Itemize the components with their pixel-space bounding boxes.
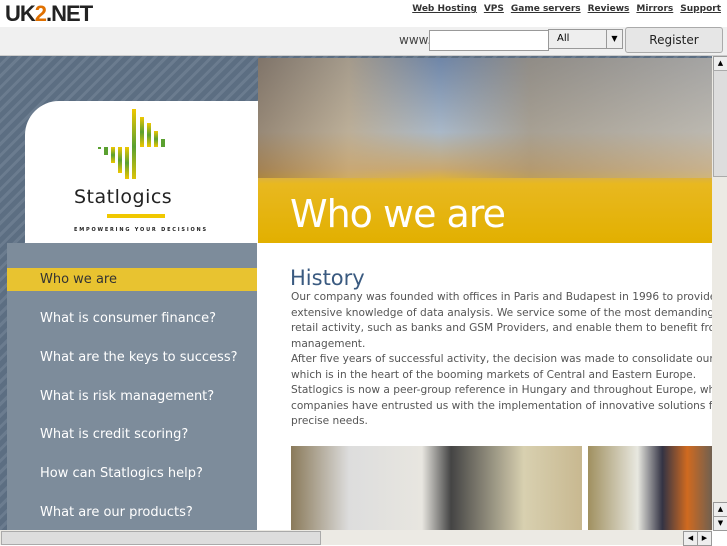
scroll-right-icon[interactable]: ▶ [697, 531, 712, 546]
office-photo [291, 446, 582, 530]
scroll-up-icon[interactable]: ▲ [713, 56, 727, 71]
menu-item-keys-to-success[interactable]: What are the keys to success? [7, 346, 257, 369]
www-label: www. [399, 33, 432, 47]
text-line: After five years of successful activity,… [291, 353, 712, 365]
menu-item-how-can-help[interactable]: How can Statlogics help? [7, 462, 257, 485]
menu-item-products[interactable]: What are our products? [7, 501, 257, 524]
text-line: precise needs. [291, 415, 368, 427]
brand-name: Statlogics [74, 186, 173, 208]
register-domain-button[interactable]: Register Domain [625, 27, 723, 71]
menu-item-risk-management[interactable]: What is risk management? [7, 385, 257, 408]
nav-support[interactable]: Support [680, 4, 721, 14]
menu-item-who-we-are[interactable]: Who we are [7, 268, 257, 291]
scroll-down-icon[interactable]: ▼ [713, 516, 727, 531]
menu-item-credit-scoring[interactable]: What is credit scoring? [7, 423, 257, 446]
text-line: which is in the heart of the booming mar… [291, 368, 697, 381]
nav-mirrors[interactable]: Mirrors [636, 4, 673, 14]
statlogics-logo-icon [98, 109, 165, 179]
text-line: retail activity, such as banks and GSM P… [291, 322, 712, 334]
nav-web-hosting[interactable]: Web Hosting [412, 4, 477, 14]
uk2-logo[interactable]: UK2.NET [5, 1, 93, 27]
menu-item-consumer-finance[interactable]: What is consumer finance? [7, 307, 257, 330]
scroll-left-icon[interactable]: ◀ [683, 531, 698, 546]
nav-reviews[interactable]: Reviews [588, 4, 630, 14]
nav-vps[interactable]: VPS [484, 4, 504, 14]
section-heading: History [290, 266, 365, 290]
nav-game-servers[interactable]: Game servers [511, 4, 581, 14]
chevron-down-icon: ▼ [606, 30, 622, 48]
office-photo [588, 446, 712, 530]
tld-select[interactable]: All ▼ [548, 29, 623, 49]
logo-text: 2 [34, 1, 47, 26]
logo-text: UK [5, 1, 36, 26]
text-line: Statlogics is now a peer-group reference… [291, 384, 712, 396]
top-nav: Web Hosting VPS Game servers Reviews Mirrors… [405, 4, 721, 14]
scroll-up-icon[interactable]: ▲ [713, 502, 727, 517]
tld-selected: All [557, 33, 570, 44]
brand-tagline: EMPOWERING YOUR DECISIONS [74, 227, 208, 233]
logo-text: .NET [46, 1, 93, 26]
text-line: management. [291, 337, 366, 350]
history-text: Our company was founded with offices in … [291, 290, 712, 430]
brand-underline [107, 214, 165, 218]
text-line: extensive knowledge of data analysis. We… [291, 306, 712, 319]
text-line: companies have entrusted us with the imp… [291, 399, 712, 412]
horizontal-scroll-thumb[interactable] [1, 531, 321, 545]
building-photo [258, 58, 712, 178]
statlogics-logo-panel [25, 101, 258, 243]
text-line: Our company was founded with offices in … [291, 291, 712, 303]
side-menu: Who we are What is consumer finance? Wha… [7, 243, 257, 530]
vertical-scroll-thumb[interactable] [713, 70, 727, 177]
domain-input[interactable] [429, 30, 549, 51]
banner-title: Who we are [290, 192, 506, 236]
